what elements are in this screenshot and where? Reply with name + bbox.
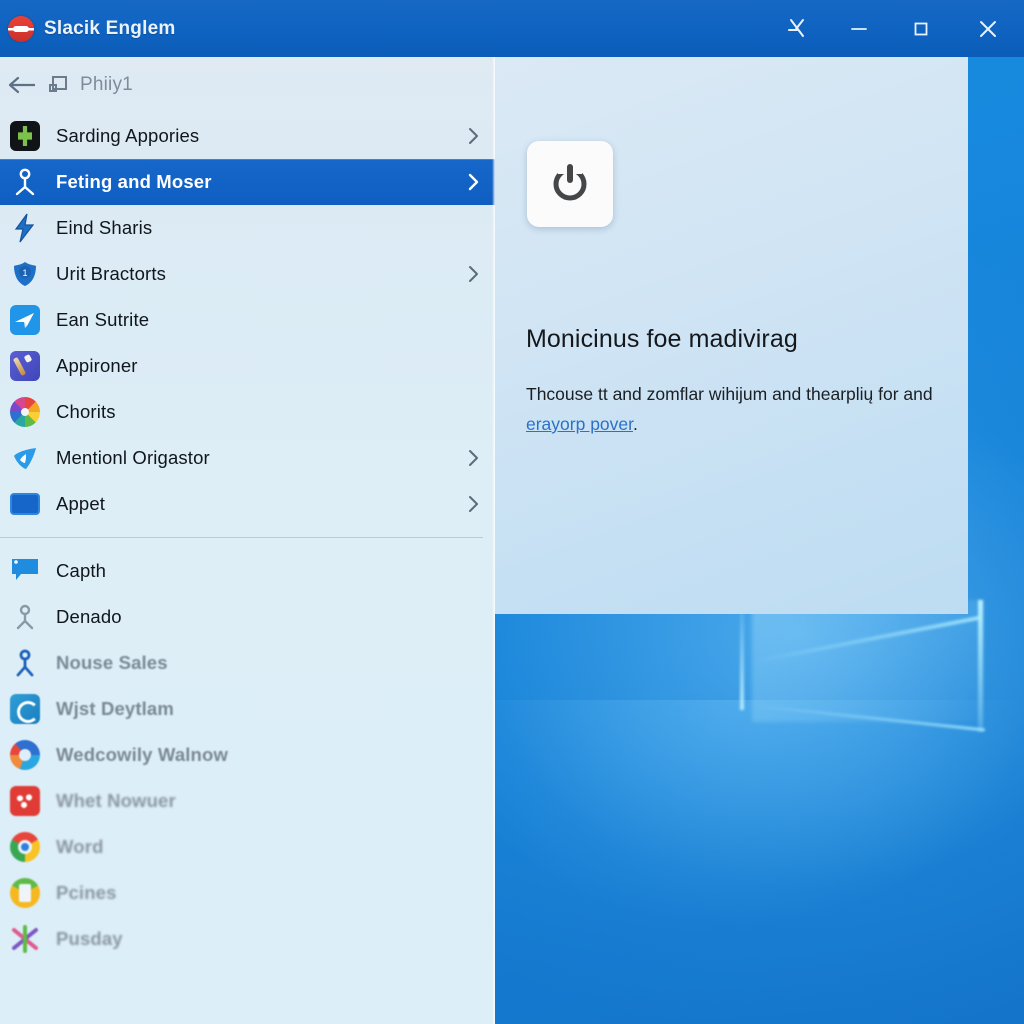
window-icon	[48, 74, 70, 96]
sidebar-item-label: Ean Sutrite	[56, 309, 150, 330]
breadcrumb[interactable]: Phiiy1	[0, 57, 495, 113]
sidebar-item-label: Mentionl Origastor	[56, 447, 210, 468]
sidebar-item-capth[interactable]: Capth	[0, 548, 495, 594]
star-app-icon	[8, 922, 42, 956]
store-icon	[8, 119, 42, 153]
photos-icon	[8, 876, 42, 910]
sidebar-item-urit-bractorts[interactable]: 1 Urit Bractorts	[0, 251, 495, 297]
sidebar-item-label: Eind Sharis	[56, 217, 153, 238]
pane-body-link[interactable]: erayorp pover	[526, 414, 633, 434]
maximize-icon[interactable]	[890, 0, 952, 57]
sidebar-item-label: Feting and Moser	[56, 171, 212, 192]
sidebar-item-feting-and-moser[interactable]: Feting and Moser	[0, 159, 495, 205]
window-title: Slacik Englem	[44, 17, 176, 39]
sidebar-item-label: Word	[56, 836, 104, 857]
section-divider	[0, 537, 483, 538]
sidebar-item-word[interactable]: Word	[0, 824, 495, 870]
wallpaper-beam	[978, 600, 983, 732]
pane-body-suffix: .	[633, 414, 638, 434]
close-icon[interactable]	[952, 0, 1024, 57]
sidebar-item-label: Pusday	[56, 928, 123, 949]
chevron-right-icon	[467, 173, 481, 191]
screen: Monicinus foe madivirag Thcouse tt and z…	[0, 0, 1024, 1024]
sidebar-item-label: Appironer	[56, 355, 138, 376]
nav-group-secondary: Capth Denado Nouse Sales Wjst Deytlam We…	[0, 548, 495, 962]
pane-body-text: Thcouse tt and zomflar wihijum and thear…	[526, 379, 936, 439]
sidebar-item-wjst-deytlam[interactable]: Wjst Deytlam	[0, 686, 495, 732]
sidebar-item-sarding-appories[interactable]: Sarding Appories	[0, 113, 495, 159]
sidebar-item-mentionl-origastor[interactable]: Mentionl Origastor	[0, 435, 495, 481]
power-tile[interactable]	[527, 141, 613, 227]
chat-bubble-icon	[8, 554, 42, 588]
sidebar-item-label: Nouse Sales	[56, 652, 168, 673]
wallpaper-beam	[740, 600, 744, 710]
chevron-right-icon	[467, 127, 481, 145]
chevron-right-icon	[467, 265, 481, 283]
sidebar-item-label: Whet Nowuer	[56, 790, 176, 811]
sidebar-item-denado[interactable]: Denado	[0, 594, 495, 640]
breadcrumb-label: Phiiy1	[80, 74, 133, 95]
sidebar-item-ean-sutrite[interactable]: Ean Sutrite	[0, 297, 495, 343]
pin-icon[interactable]	[766, 0, 828, 57]
sidebar-item-pusday[interactable]: Pusday	[0, 916, 495, 962]
sidebar-item-label: Pcines	[56, 882, 117, 903]
blue-person-icon	[8, 646, 42, 680]
sidebar-item-wedcowily-walnow[interactable]: Wedcowily Walnow	[0, 732, 495, 778]
lightning-icon	[8, 211, 42, 245]
shield-badge-icon: 1	[8, 257, 42, 291]
back-arrow-icon[interactable]	[8, 74, 38, 96]
sidebar-item-label: Wjst Deytlam	[56, 698, 174, 719]
sidebar-item-pcines[interactable]: Pcines	[0, 870, 495, 916]
title-bar: Slacik Englem	[0, 0, 1024, 57]
wallpaper-floor-glow	[495, 700, 1024, 1024]
sidebar-item-label: Appet	[56, 493, 106, 514]
sidebar-item-nouse-sales[interactable]: Nouse Sales	[0, 640, 495, 686]
pane-heading: Monicinus foe madivirag	[526, 325, 798, 353]
plane-icon	[8, 303, 42, 337]
edge-icon	[8, 738, 42, 772]
sidebar-item-eind-sharis[interactable]: Eind Sharis	[0, 205, 495, 251]
paintbrush-icon	[8, 349, 42, 383]
color-wheel-icon	[8, 395, 42, 429]
sidebar-item-label: Wedcowily Walnow	[56, 744, 228, 765]
nav-group-primary: Sarding Appories Feting and Moser Eind S…	[0, 113, 495, 527]
app-logo-icon	[8, 15, 34, 42]
sidebar-item-whet-nowuer[interactable]: Whet Nowuer	[0, 778, 495, 824]
chevron-right-icon	[467, 449, 481, 467]
svg-text:1: 1	[22, 268, 27, 278]
pane-body-prefix: Thcouse tt and zomflar wihijum and thear…	[526, 384, 933, 404]
gray-person-icon	[8, 600, 42, 634]
person-icon	[8, 165, 42, 199]
sidebar-item-appironer[interactable]: Appironer	[0, 343, 495, 389]
sidebar-item-appet[interactable]: Appet	[0, 481, 495, 527]
sidebar-item-label: Urit Bractorts	[56, 263, 167, 284]
detail-pane: Monicinus foe madivirag Thcouse tt and z…	[495, 57, 968, 614]
shield-drop-icon	[8, 441, 42, 475]
chrome-icon	[8, 830, 42, 864]
minimize-icon[interactable]	[828, 0, 890, 57]
sidebar-item-label: Capth	[56, 560, 107, 581]
wallpaper-glow-panel	[752, 600, 984, 722]
sidebar-item-label: Sarding Appories	[56, 125, 200, 146]
sidebar-item-label: Denado	[56, 606, 122, 627]
display-icon	[8, 487, 42, 521]
power-icon	[546, 158, 594, 211]
start-flyout-panel: Phiiy1 Sarding Appories Feting and Moser…	[0, 57, 495, 1024]
sidebar-item-label: Chorits	[56, 401, 116, 422]
red-app-icon	[8, 784, 42, 818]
teal-app-icon	[8, 692, 42, 726]
chevron-right-icon	[467, 495, 481, 513]
sidebar-item-chorits[interactable]: Chorits	[0, 389, 495, 435]
